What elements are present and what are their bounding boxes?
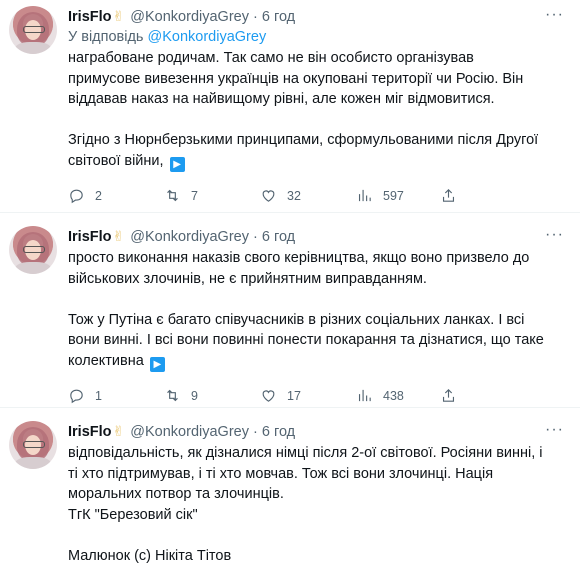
views-button[interactable]: 597 [356,187,440,204]
author-name[interactable]: IrisFlo [68,424,112,440]
tweet-text-line: просто виконання наказів свого керівницт… [68,250,530,266]
avatar-shirt [15,42,51,54]
reply-to-prefix: У відповідь [68,29,144,45]
tweet-text-line: примусове вивезення українців на окупова… [68,70,524,87]
show-more-icon[interactable]: ▶ [169,156,185,172]
like-icon [262,390,275,402]
avatar[interactable] [9,226,57,274]
tweet-text-line: вони винні. І всі вони повинні понести п… [68,332,544,348]
victory-hand-emoji: ✌ [112,228,125,244]
tweet-text-blank-line [68,289,564,310]
tweet-text-fragment: колективна [68,352,144,369]
retweet-button[interactable]: 7 [164,187,260,204]
reply-count: 1 [95,388,102,403]
like-count: 17 [287,388,301,403]
share-icon [442,389,455,402]
tweet-text-line: Тож у Путіна є багато співучасників в рі… [68,311,525,328]
tweet-header: IrisFlo✌ @KonkordiyaGrey · 6 год [68,0,564,27]
tweet-text-line: світової війни, ▶ [68,151,564,172]
share-button[interactable] [440,387,457,404]
retweet-count: 9 [191,388,198,403]
tweet-text-blank-line [68,110,564,131]
reply-icon [70,389,83,404]
like-button[interactable]: 32 [260,187,356,204]
victory-hand-emoji: ✌ [112,8,125,24]
tweet-actions: 1 9 17 438 [68,385,564,407]
retweet-button[interactable]: 9 [164,387,260,404]
reply-count: 2 [95,188,102,203]
tweet-header: IrisFlo✌ @KonkordiyaGrey · 6 год [68,408,564,442]
tweet-text: награбоване родичам. Так само не він осо… [68,48,564,172]
views-icon [358,389,371,402]
share-button[interactable] [440,187,457,204]
like-icon [262,190,275,202]
tweet-text-line: Малюнок (с) Нікіта Тітов [68,547,232,564]
like-count: 32 [287,188,301,203]
views-count: 438 [383,388,404,403]
views-icon [358,189,371,202]
tweet-text-line: відповідальність, як дізналися німці піс… [68,445,543,461]
tweet[interactable]: IrisFlo✌ @KonkordiyaGrey · 6 год ··· про… [0,213,580,408]
tweet[interactable]: IrisFlo✌ @KonkordiyaGrey · 6 год ··· від… [0,408,580,566]
tweet-text-line: награбоване родичам. Так само не він осо… [68,50,474,66]
avatar[interactable] [9,421,57,469]
author-name[interactable]: IrisFlo [68,229,112,245]
reply-to-mention[interactable]: @KonkordiyaGrey [148,29,267,45]
tweet-text-blank-line [68,525,564,546]
tweet[interactable]: IrisFlo✌ @KonkordiyaGrey · 6 год ··· У в… [0,0,580,213]
tweet-timestamp[interactable]: 6 год [262,424,295,440]
tweet-header: IrisFlo✌ @KonkordiyaGrey · 6 год [68,213,564,247]
avatar[interactable] [9,6,57,54]
author-handle[interactable]: @KonkordiyaGrey [130,424,249,440]
tweet-text: просто виконання наказів свого керівницт… [68,248,564,372]
tweet-text: відповідальність, як дізналися німці піс… [68,443,564,566]
tweet-timestamp[interactable]: 6 год [262,9,295,25]
avatar-glasses [23,441,45,448]
tweet-text-line: колективна ▶ [68,351,564,372]
avatar-glasses [23,246,45,253]
more-icon[interactable]: ··· [545,226,564,244]
separator-dot: · [253,424,258,440]
views-button[interactable]: 438 [356,387,440,404]
avatar-glasses [23,26,45,33]
separator-dot: · [253,229,258,245]
reply-button[interactable]: 2 [68,187,164,204]
show-more-icon[interactable]: ▶ [149,356,165,372]
reply-icon [70,189,83,204]
like-button[interactable]: 17 [260,387,356,404]
avatar-shirt [15,457,51,469]
share-icon [442,189,455,202]
tweet-text-line: моральних потвор та злочинців. [68,486,284,502]
retweet-icon [167,189,178,202]
author-name[interactable]: IrisFlo [68,9,112,25]
reply-button[interactable]: 1 [68,387,164,404]
tweet-text-line: віддавав наказ на найвищому рівні, але к… [68,91,495,107]
retweet-count: 7 [191,188,198,203]
tweet-text-line: військових злочинів, не є прийнятним вип… [68,270,427,287]
tweet-actions: 2 7 32 597 [68,185,564,207]
separator-dot: · [253,9,258,25]
views-count: 597 [383,188,404,203]
retweet-icon [167,389,178,402]
tweet-timestamp[interactable]: 6 год [262,229,295,245]
victory-hand-emoji: ✌ [112,423,125,439]
tweet-text-line: ті хто підтримував, і ті хто мовчав. Тож… [68,465,494,482]
tweet-text-line: Згідно з Нюрнберзькими принципами, сформ… [68,132,539,148]
more-icon[interactable]: ··· [545,6,564,24]
tweet-text-line: ТгК "Березовий сік" [68,506,198,523]
tweet-text-fragment: світової війни, [68,152,164,169]
author-handle[interactable]: @KonkordiyaGrey [130,229,249,245]
avatar-shirt [15,262,51,274]
author-handle[interactable]: @KonkordiyaGrey [130,9,249,25]
reply-to-line: У відповідь @KonkordiyaGrey [68,27,564,47]
more-icon[interactable]: ··· [545,421,564,439]
